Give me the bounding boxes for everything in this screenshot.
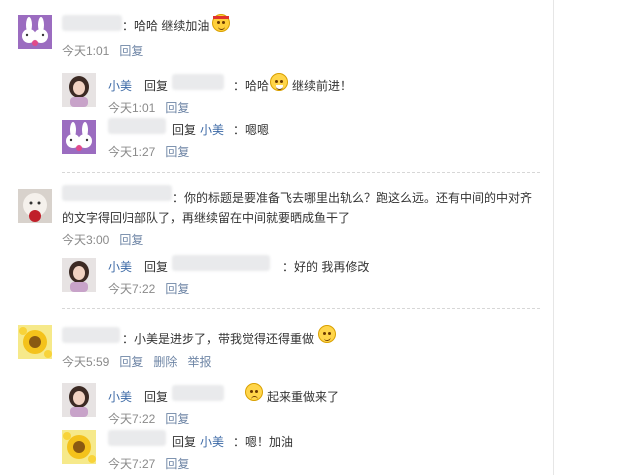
rabbit-avatar-icon <box>18 15 52 49</box>
avatar-girl[interactable] <box>62 73 96 107</box>
blurred-username <box>172 74 224 90</box>
blurred-username <box>172 255 270 271</box>
reply-button[interactable]: 回复 <box>165 457 189 471</box>
reply-word: 回复 <box>144 79 169 93</box>
headband-face-icon <box>212 14 230 32</box>
reply-meta: 今天1:27 回复 <box>108 143 189 160</box>
reply-button[interactable]: 回复 <box>119 44 143 58</box>
sunflower-avatar-icon <box>18 325 52 359</box>
avatar-rabbit[interactable] <box>62 120 96 154</box>
reply-target[interactable]: 小美 <box>200 433 224 450</box>
blurred-username <box>108 430 166 446</box>
comment-time: 今天1:01 <box>62 44 110 58</box>
avatar-sunflower[interactable] <box>62 430 96 464</box>
reply-button[interactable]: 回复 <box>165 412 189 426</box>
avatar-sunflower[interactable] <box>18 325 52 359</box>
delete-button[interactable]: 删除 <box>153 355 177 369</box>
right-border <box>553 0 554 475</box>
reply-meta: 今天7:22 回复 <box>108 410 189 427</box>
comment-time: 今天5:59 <box>62 355 110 369</box>
reply-time: 今天7:22 <box>108 412 156 426</box>
reply-word: 回复 <box>172 123 197 137</box>
sweat-face-icon <box>245 383 263 401</box>
reply-text: ：嗯！加油 <box>233 435 294 449</box>
reply-author[interactable]: 小美 <box>108 77 132 94</box>
reply-meta: 今天1:01 回复 <box>108 99 189 116</box>
divider <box>62 172 540 173</box>
girl-avatar-icon <box>62 73 96 107</box>
girl-avatar-icon <box>62 258 96 292</box>
comment-text: ：哈哈 继续加油 <box>122 19 210 33</box>
reply-author[interactable]: 小美 <box>108 258 132 275</box>
avatar-girl[interactable] <box>62 383 96 417</box>
thinking-face-icon <box>318 325 336 343</box>
reply-button[interactable]: 回复 <box>119 233 143 247</box>
report-button[interactable]: 举报 <box>187 355 211 369</box>
comment-meta: 今天5:59 回复 删除 举报 <box>62 353 211 370</box>
avatar-girl[interactable] <box>62 258 96 292</box>
blurred-username <box>62 327 120 343</box>
reply-target[interactable]: 小美 <box>200 121 224 138</box>
comment-text-line2: 的文字得回归部队了，再继续留在中间就要晒成鱼干了 <box>62 211 351 225</box>
reply-button[interactable]: 回复 <box>165 145 189 159</box>
blurred-username <box>62 15 122 31</box>
reply-button[interactable]: 回复 <box>165 282 189 296</box>
reply-time: 今天7:22 <box>108 282 156 296</box>
comment-meta: 今天1:01 回复 <box>62 42 143 59</box>
comment-text: ：小美是进步了，带我觉得还得重做 <box>122 332 315 346</box>
reply-text: ：哈哈 <box>233 79 270 93</box>
reply-word: 回复 <box>172 435 197 449</box>
reply-text: ：好的 我再修改 <box>282 260 370 274</box>
avatar-rabbit[interactable] <box>18 15 52 49</box>
reply-author[interactable]: 小美 <box>108 388 132 405</box>
reply-button[interactable]: 回复 <box>119 355 143 369</box>
divider <box>62 308 540 309</box>
blurred-username <box>62 185 172 201</box>
comment-time: 今天3:00 <box>62 233 110 247</box>
sunflower-avatar-icon <box>62 430 96 464</box>
reply-button[interactable]: 回复 <box>165 101 189 115</box>
reply-word: 回复 <box>144 260 169 274</box>
reply-time: 今天1:01 <box>108 101 156 115</box>
reply-meta: 今天7:22 回复 <box>108 280 189 297</box>
blurred-username <box>172 385 224 401</box>
rabbit-avatar-icon <box>62 120 96 154</box>
girl-avatar-icon <box>62 383 96 417</box>
reply-word: 回复 <box>144 390 169 404</box>
plush-toy-avatar-icon <box>18 189 52 223</box>
reply-time: 今天1:27 <box>108 145 156 159</box>
reply-text: ：嗯嗯 <box>233 123 270 137</box>
reply-time: 今天7:27 <box>108 457 156 471</box>
grin-icon <box>270 73 288 91</box>
avatar-plush[interactable] <box>18 189 52 223</box>
reply-text: 起来重做来了 <box>267 390 340 404</box>
reply-text-continued: 继续前进！ <box>292 79 353 93</box>
blurred-username <box>108 118 166 134</box>
reply-meta: 今天7:27 回复 <box>108 455 189 472</box>
comment-meta: 今天3:00 回复 <box>62 231 143 248</box>
comment-text: ：你的标题是要准备飞去哪里出轨么？跑这么远。还有中间的中对齐 <box>172 191 533 205</box>
